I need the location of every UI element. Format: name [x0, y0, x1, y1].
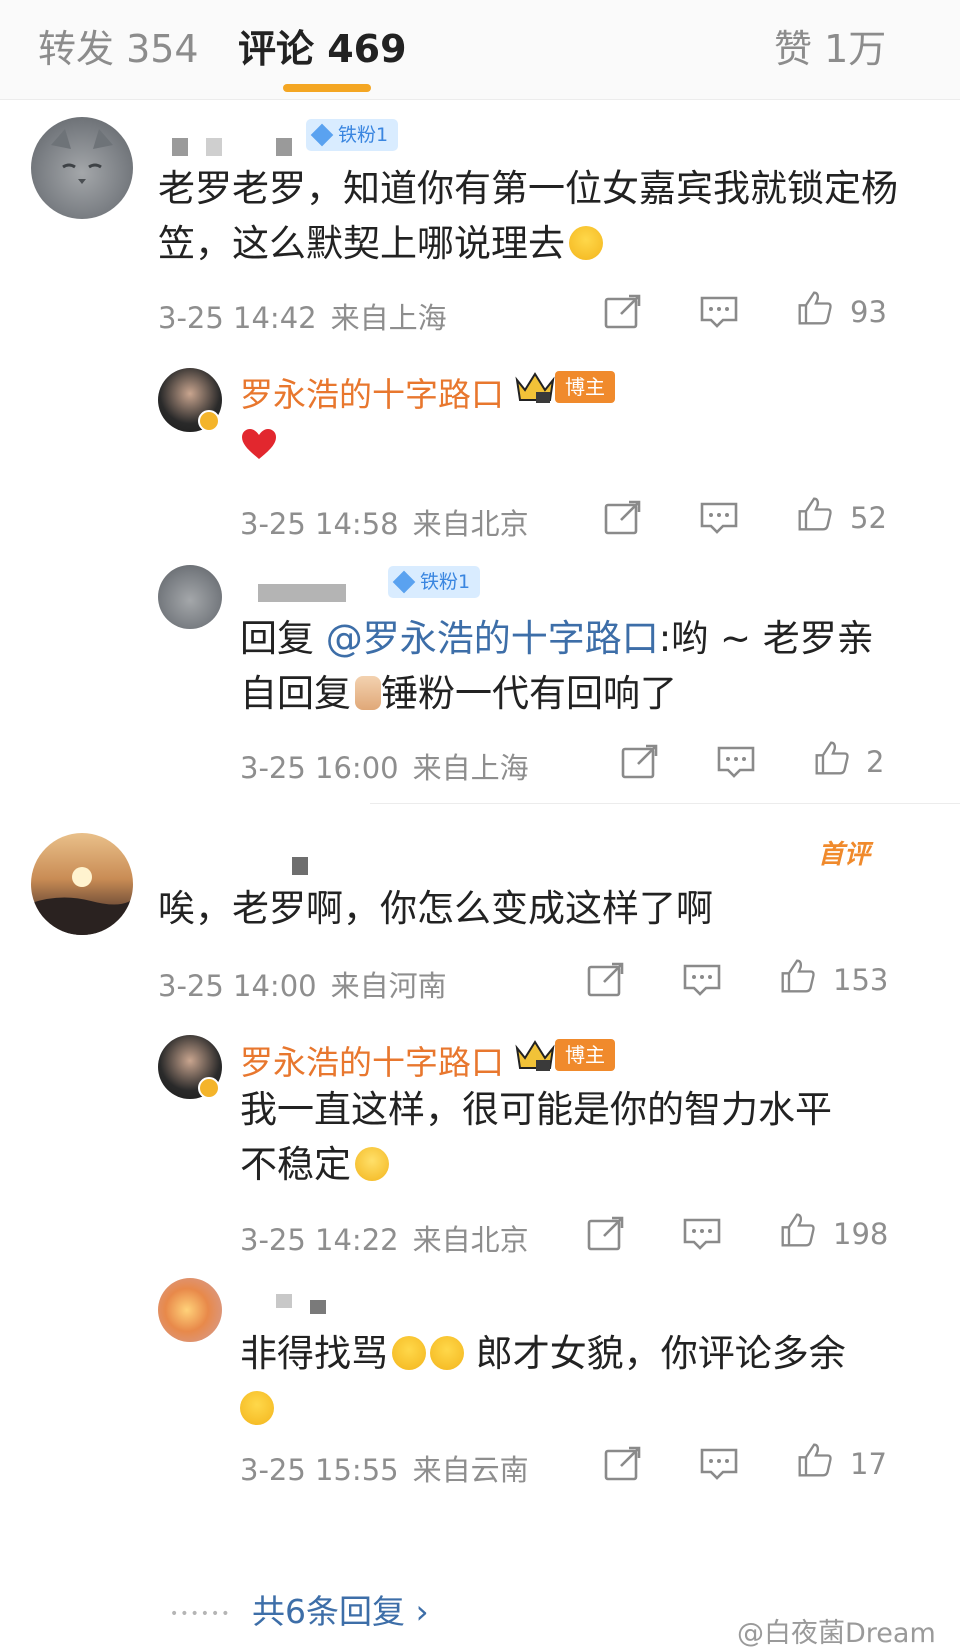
blurred-username — [172, 138, 188, 156]
thumbs-up-icon[interactable] — [778, 958, 818, 994]
like-count: 2 — [866, 745, 885, 779]
reply-time: 3-25 16:00 — [240, 751, 399, 785]
crown-icon — [515, 372, 555, 403]
share-icon[interactable] — [586, 1216, 626, 1252]
thread-dots: •••••• — [170, 1606, 232, 1622]
diamond-icon — [310, 123, 334, 147]
view-more-replies-link[interactable]: 共6条回复 › — [252, 1585, 429, 1633]
reply-text: 非得找骂 郎才女貌，你评论多余 — [240, 1326, 900, 1436]
user-avatar[interactable] — [158, 1278, 222, 1342]
comment-location: 来自河南 — [330, 969, 447, 1003]
reply-location: 来自北京 — [412, 1223, 529, 1257]
verified-icon — [198, 1077, 220, 1099]
reply-meta: 3-25 15:55 来自云南 — [240, 1447, 529, 1489]
diamond-icon — [392, 570, 416, 594]
comment-icon[interactable] — [699, 294, 739, 330]
comment-icon[interactable] — [682, 1216, 722, 1252]
thumbs-up-icon[interactable] — [795, 290, 835, 326]
like-count: 52 — [850, 501, 887, 535]
comment-body: 老罗老罗，知道你有第一位女嘉宾我就锁定杨笠，这么默契上哪说理去 — [158, 167, 898, 265]
crying-emoji-icon — [240, 1391, 274, 1425]
comment-icon[interactable] — [682, 962, 722, 998]
comment-text: 老罗老罗，知道你有第一位女嘉宾我就锁定杨笠，这么默契上哪说理去 — [158, 161, 898, 271]
tab-likes[interactable]: 赞 1万 — [774, 18, 886, 73]
comment-icon[interactable] — [699, 1446, 739, 1482]
reply-time: 3-25 14:22 — [240, 1223, 399, 1257]
tab-reposts[interactable]: 转发 354 — [38, 18, 199, 73]
share-icon[interactable] — [603, 500, 643, 536]
user-avatar[interactable] — [158, 565, 222, 629]
reply-time: 3-25 15:55 — [240, 1453, 399, 1487]
reply-location: 来自上海 — [412, 751, 529, 785]
blurred-username — [310, 1300, 326, 1314]
laugh-cry-emoji-icon — [430, 1336, 464, 1370]
reply-prefix: 回复 — [240, 617, 314, 660]
comment-icon[interactable] — [716, 744, 756, 780]
share-icon[interactable] — [620, 744, 660, 780]
comment-time: 3-25 14:42 — [158, 301, 317, 335]
reply-body: 非得找骂 — [240, 1332, 388, 1375]
like-count: 93 — [850, 295, 887, 329]
reply-body: :哟 ~ 老罗亲 — [658, 617, 874, 660]
blurred-username — [258, 584, 346, 602]
user-avatar[interactable] — [31, 833, 133, 935]
blogger-name[interactable]: 罗永浩的十字路口 — [240, 368, 504, 416]
finger-heart-emoji-icon — [355, 676, 381, 710]
blogger-badge: 博主 — [555, 1039, 615, 1071]
mention-link[interactable]: @罗永浩的十字路口 — [326, 617, 659, 660]
share-icon[interactable] — [603, 1446, 643, 1482]
blurred-username — [276, 138, 292, 156]
badge-label: 铁粉1 — [338, 124, 389, 146]
share-icon[interactable] — [586, 962, 626, 998]
verified-icon — [198, 410, 220, 432]
badge-label: 铁粉1 — [420, 571, 471, 593]
crown-icon — [515, 1040, 555, 1071]
reply-body: 我一直这样，很可能是你的智力水平 — [240, 1088, 832, 1131]
tab-comments[interactable]: 评论 469 — [238, 18, 407, 73]
reply-meta: 3-25 16:00 来自上海 — [240, 745, 529, 787]
blurred-username — [206, 138, 222, 156]
reply-body: 锤粉一代有回响了 — [381, 672, 677, 715]
reply-location: 来自北京 — [412, 507, 529, 541]
reply-body: 郎才女貌，你评论多余 — [475, 1332, 846, 1375]
grin-emoji-icon — [569, 226, 603, 260]
reply-meta: 3-25 14:22 来自北京 — [240, 1217, 529, 1259]
like-count: 17 — [850, 1447, 887, 1481]
like-count: 198 — [833, 1217, 889, 1251]
first-comment-tag: 首评 — [818, 840, 871, 870]
thumbs-up-icon[interactable] — [778, 1212, 818, 1248]
comment-meta: 3-25 14:42 来自上海 — [158, 295, 447, 337]
blogger-name[interactable]: 罗永浩的十字路口 — [240, 1036, 504, 1084]
like-count: 153 — [833, 963, 889, 997]
comment-text: 唉，老罗啊，你怎么变成这样了啊 — [158, 887, 713, 930]
watermark: @白夜菌Dream — [737, 1618, 936, 1647]
user-avatar[interactable] — [31, 117, 133, 219]
blogger-badge: 博主 — [555, 371, 615, 403]
thumbs-up-icon[interactable] — [795, 1442, 835, 1478]
comment-meta: 3-25 14:00 来自河南 — [158, 963, 447, 1005]
fan-level-badge: 铁粉1 — [388, 566, 481, 598]
blurred-username — [276, 1294, 292, 1308]
share-icon[interactable] — [603, 294, 643, 330]
comment-time: 3-25 14:00 — [158, 969, 317, 1003]
reply-meta: 3-25 14:58 来自北京 — [240, 501, 529, 543]
reply-text: 我一直这样，很可能是你的智力水平 不稳定 — [240, 1082, 900, 1192]
thumbs-up-icon[interactable] — [812, 740, 852, 776]
thumbs-up-icon[interactable] — [795, 496, 835, 532]
active-tab-indicator — [283, 84, 371, 92]
smile-emoji-icon — [355, 1147, 389, 1181]
blurred-username — [292, 857, 308, 875]
reply-time: 3-25 14:58 — [240, 507, 399, 541]
laugh-cry-emoji-icon — [392, 1336, 426, 1370]
comment-location: 来自上海 — [330, 301, 447, 335]
fan-level-badge: 铁粉1 — [306, 119, 399, 151]
reply-body: 不稳定 — [240, 1143, 351, 1186]
reply-location: 来自云南 — [412, 1453, 529, 1487]
heart-emoji-icon — [242, 429, 276, 459]
thread-divider — [370, 803, 960, 804]
comment-tab-bar: 转发 354 评论 469 赞 1万 — [0, 0, 960, 100]
reply-text: 回复 @罗永浩的十字路口:哟 ~ 老罗亲自回复 锤粉一代有回响了 — [240, 611, 900, 721]
reply-body: 自回复 — [240, 672, 351, 715]
comment-icon[interactable] — [699, 500, 739, 536]
